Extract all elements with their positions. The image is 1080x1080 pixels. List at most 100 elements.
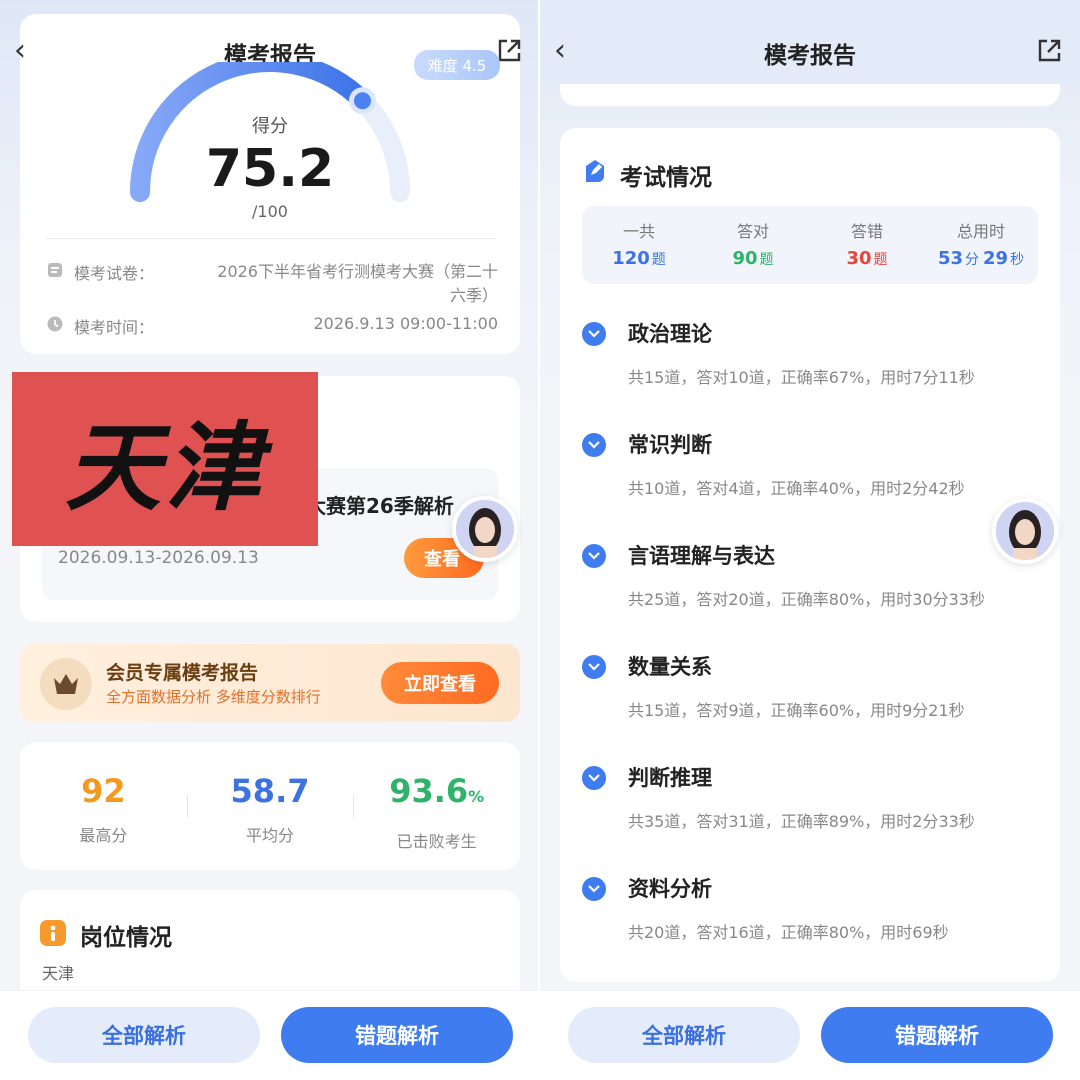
summary-label: 答对 <box>736 222 769 241</box>
right-report-screen: ‹ 模考报告 考试情况 一共 120 题答对 90 题答错 30 题总用时 53 分 29 秒 政治… <box>540 0 1080 1080</box>
section-item[interactable]: 资料分析共20道，答对16道，正确率80%，用时69秒 <box>580 873 1040 984</box>
time-value: 2026.9.13 09:00-11:00 <box>313 314 498 333</box>
section-detail: 共20道，答对16道，正确率80%，用时69秒 <box>628 923 949 942</box>
stat-value: 93.6% <box>353 770 520 818</box>
summary-unit: 题 <box>873 252 888 268</box>
check-circle-icon <box>582 544 606 568</box>
section-item[interactable]: 判断推理共35道，答对31道，正确率89%，用时2分33秒 <box>580 762 1040 873</box>
summary-number: 53 <box>937 248 963 269</box>
check-circle-icon <box>582 766 606 790</box>
position-value: 天津 <box>42 964 75 983</box>
paper-value: 2026下半年省考行测模考大赛（第二十 六季） <box>180 260 498 308</box>
divider <box>186 794 188 818</box>
vip-title: 会员专属模考报告 <box>106 662 259 684</box>
chevron-left-icon: ‹ <box>554 33 566 68</box>
time-label: 模考时间： <box>74 318 155 337</box>
summary-value: 120 题 <box>582 248 696 269</box>
summary-unit: 分 <box>965 252 979 268</box>
stat-item: 58.7 平均分 <box>186 770 354 852</box>
vip-view-button[interactable]: 立即查看 <box>381 662 499 704</box>
chevron-left-icon: ‹ <box>14 33 26 68</box>
summary-item: 答对 90 题 <box>696 218 810 269</box>
summary-unit: 题 <box>651 252 666 268</box>
bottom-action-bar: 全部解析 错题解析 <box>540 990 1080 1080</box>
stat-label: 平均分 <box>246 826 295 845</box>
summary-label: 一共 <box>622 222 655 241</box>
check-circle-icon <box>582 322 606 346</box>
edit-icon <box>586 160 604 182</box>
section-item[interactable]: 政治理论共15道，答对10道，正确率67%，用时7分11秒 <box>580 318 1040 429</box>
stat-label: 已击败考生 <box>396 832 477 851</box>
position-title: 岗位情况 <box>80 925 172 951</box>
summary-value: 30 题 <box>810 248 924 269</box>
section-item[interactable]: 数量关系 共15道，答对9道，正确率60%，用时9分21秒 <box>580 651 1040 762</box>
score-label: 得分 <box>252 116 288 137</box>
assistant-face-icon <box>996 502 1054 560</box>
paper-value-line1: 2026下半年省考行测模考大赛（第二十 <box>217 262 498 281</box>
section-item[interactable]: 言语理解与表达共25道，答对20道，正确率80%，用时30分33秒 <box>580 540 1040 651</box>
summary-number: 30 <box>846 248 872 269</box>
section-detail: 共10道，答对4道，正确率40%，用时2分42秒 <box>628 479 965 498</box>
course-title: 大赛第26季解析 <box>306 494 454 518</box>
summary-label: 答错 <box>850 222 883 241</box>
summary-value: 53 分 29 秒 <box>924 248 1038 269</box>
summary-item: 一共 120 题 <box>582 218 696 269</box>
difficulty-badge: 难度 4.5 <box>414 50 500 80</box>
summary-item: 总用时 53 分 29 秒 <box>924 218 1038 269</box>
section-item[interactable]: 常识判断共10道，答对4道，正确率40%，用时2分42秒 <box>580 429 1040 540</box>
left-report-screen: ‹ 模考报告 难度 4.5 得分 75.2 /100 模考试卷： 2026下半年… <box>0 0 540 1080</box>
divider <box>46 238 496 239</box>
wrong-analysis-button[interactable]: 错题解析 <box>821 1007 1053 1063</box>
stat-label: 最高分 <box>79 826 128 845</box>
stat-number: 58.7 <box>230 772 310 810</box>
share-icon[interactable] <box>496 38 522 64</box>
stat-number: 93.6 <box>389 772 469 810</box>
summary-number: 120 <box>612 248 650 269</box>
section-name: 言语理解与表达 <box>628 544 775 568</box>
bottom-action-bar: 全部解析 错题解析 <box>0 990 540 1080</box>
paper-label: 模考试卷： <box>74 264 155 283</box>
summary-number: 90 <box>732 248 758 269</box>
section-name: 常识判断 <box>628 433 712 457</box>
summary-row: 一共 120 题答对 90 题答错 30 题总用时 53 分 29 秒 <box>582 218 1038 269</box>
region-stamp-text: 天津 <box>65 411 265 524</box>
page-title: 模考报告 <box>764 43 856 69</box>
section-list: 政治理论共15道，答对10道，正确率67%，用时7分11秒常识判断共10道，答对… <box>580 318 1040 984</box>
divider <box>353 794 355 818</box>
section-detail: 共15道，答对10道，正确率67%，用时7分11秒 <box>628 368 975 387</box>
info-badge-icon <box>40 920 66 946</box>
document-icon <box>48 263 62 277</box>
all-analysis-button[interactable]: 全部解析 <box>568 1007 800 1063</box>
summary-item: 答错 30 题 <box>810 218 924 269</box>
stat-item: 92 最高分 <box>20 770 187 852</box>
back-button[interactable]: ‹ <box>554 36 566 66</box>
section-detail: 共25道，答对20道，正确率80%，用时30分33秒 <box>628 590 986 609</box>
check-circle-icon <box>582 655 606 679</box>
gauge-knob <box>349 87 376 115</box>
back-button[interactable]: ‹ <box>14 36 26 66</box>
section-name: 资料分析 <box>628 877 712 901</box>
summary-number: 29 <box>983 248 1009 269</box>
exam-title: 考试情况 <box>620 165 712 191</box>
score-total: /100 <box>252 202 288 221</box>
score-value: 75.2 <box>205 139 335 199</box>
stats-row: 92 最高分 58.7 平均分 93.6% 已击败考生 <box>20 770 520 852</box>
course-date: 2026.09.13-2026.09.13 <box>58 548 259 568</box>
check-circle-icon <box>582 433 606 457</box>
section-detail: 共15道，答对9道，正确率60%，用时9分21秒 <box>628 701 965 720</box>
section-name: 判断推理 <box>628 766 712 790</box>
summary-unit: 秒 <box>1010 252 1025 268</box>
assistant-avatar[interactable] <box>992 498 1058 564</box>
section-name: 政治理论 <box>628 322 712 346</box>
stat-item: 93.6% 已击败考生 <box>353 770 520 852</box>
clock-icon <box>47 316 63 332</box>
assistant-avatar[interactable] <box>452 496 518 562</box>
wrong-analysis-button[interactable]: 错题解析 <box>281 1007 513 1063</box>
stat-unit: % <box>468 787 485 806</box>
paper-value-line2: 六季） <box>449 286 498 305</box>
assistant-face-icon <box>456 500 514 558</box>
section-detail: 共35道，答对31道，正确率89%，用时2分33秒 <box>628 812 975 831</box>
all-analysis-button[interactable]: 全部解析 <box>28 1007 260 1063</box>
share-icon[interactable] <box>1036 38 1062 64</box>
crown-icon <box>40 658 92 710</box>
